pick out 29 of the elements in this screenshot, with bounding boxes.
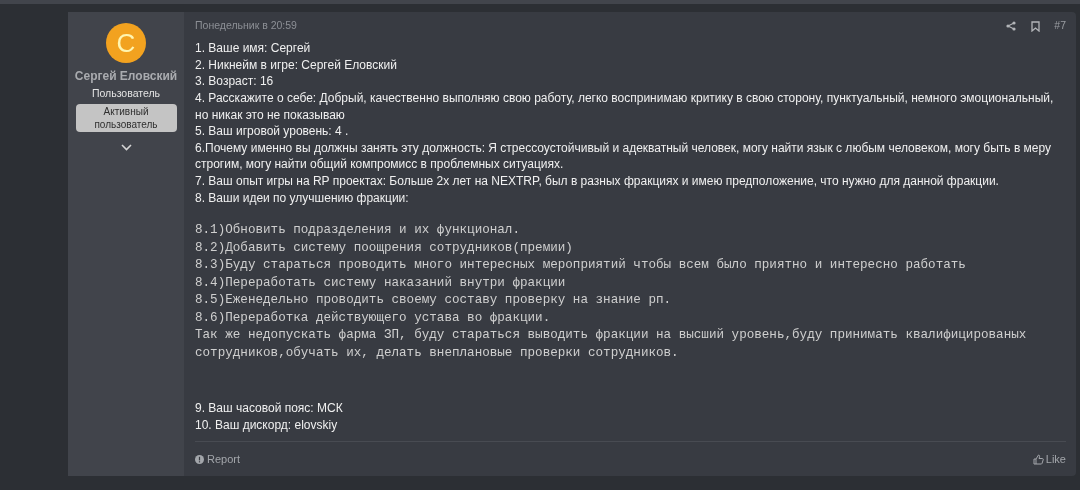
code-line: Так же недопускать фарма ЗП, буду стараться выводить фракции на высший уровень,буду принимать квалифицированых сотрудников,обучать их, делать внеплановые проверки сотрудников.: [195, 327, 1028, 362]
answer-line: 4. Расскажите о себе: Добрый, качественно выполняю свою работу, легко воспринимаю критику в свою сторону, пунктуальный, немного эмоциональный, но никак это не показываю: [195, 90, 1055, 124]
code-line: 8.4)Переработать систему наказаний внутри фракции: [195, 274, 567, 292]
answer-line: 5. Ваш игровой уровень: 4 .: [195, 123, 350, 140]
answer-line: 9. Ваш часовой пояс: МСК: [195, 400, 344, 417]
user-role: Пользователь: [91, 86, 161, 101]
answer-line: 8. Ваши идеи по улучшению фракции:: [195, 189, 410, 207]
code-line: 8.3)Буду стараться проводить много интересных мероприятий чтобы всем было приятно и интересно работать: [195, 257, 967, 275]
alert-icon: [195, 454, 204, 464]
author-name[interactable]: Сергей Еловский: [74, 67, 178, 85]
answer-line: 2. Никнейм в игре: Сергей Еловский: [195, 56, 398, 74]
code-line: 8.1)Обновить подразделения и их функционал.: [195, 222, 521, 240]
code-line: 8.2)Добавить систему поощрения сотрудников(премии): [195, 239, 574, 257]
answer-line: 6.Почему именно вы должны занять эту должность: Я стрессоустойчивый и адекватный человек, могу найти язык с любым человеком, могу быть в меру строгим, могу найти общий компромисс в проблемных ситуациях.: [195, 139, 1053, 173]
thumbs-up-icon: [1032, 453, 1044, 465]
user-banner: Активный пользователь: [75, 103, 177, 132]
code-line: 8.5)Еженедельно проводить своему составу проверку на знание рп.: [195, 292, 673, 310]
post-date[interactable]: Понедельник в 20:59: [195, 18, 297, 34]
chevron-down-icon[interactable]: [120, 143, 132, 151]
share-icon[interactable]: [1006, 21, 1017, 32]
answer-line: 10. Ваш дискорд: elovskiy: [195, 416, 339, 434]
answer-line: 1. Ваше имя: Сергей: [195, 40, 312, 57]
answer-line: 3. Возраст: 16: [195, 73, 275, 91]
report-button[interactable]: Report: [195, 450, 241, 468]
code-line: 8.6)Переработка действующего устава во фракции.: [195, 309, 552, 327]
like-button[interactable]: Like: [1032, 450, 1066, 468]
answer-line: 7. Ваш опыт игры на RP проектах: Больше 2х лет на NEXTRP, был в разных фракциях и имею предположение, что нужно для данной фракции.: [195, 173, 1000, 190]
post-number[interactable]: #7: [1054, 18, 1066, 34]
bookmark-icon[interactable]: [1031, 20, 1041, 32]
